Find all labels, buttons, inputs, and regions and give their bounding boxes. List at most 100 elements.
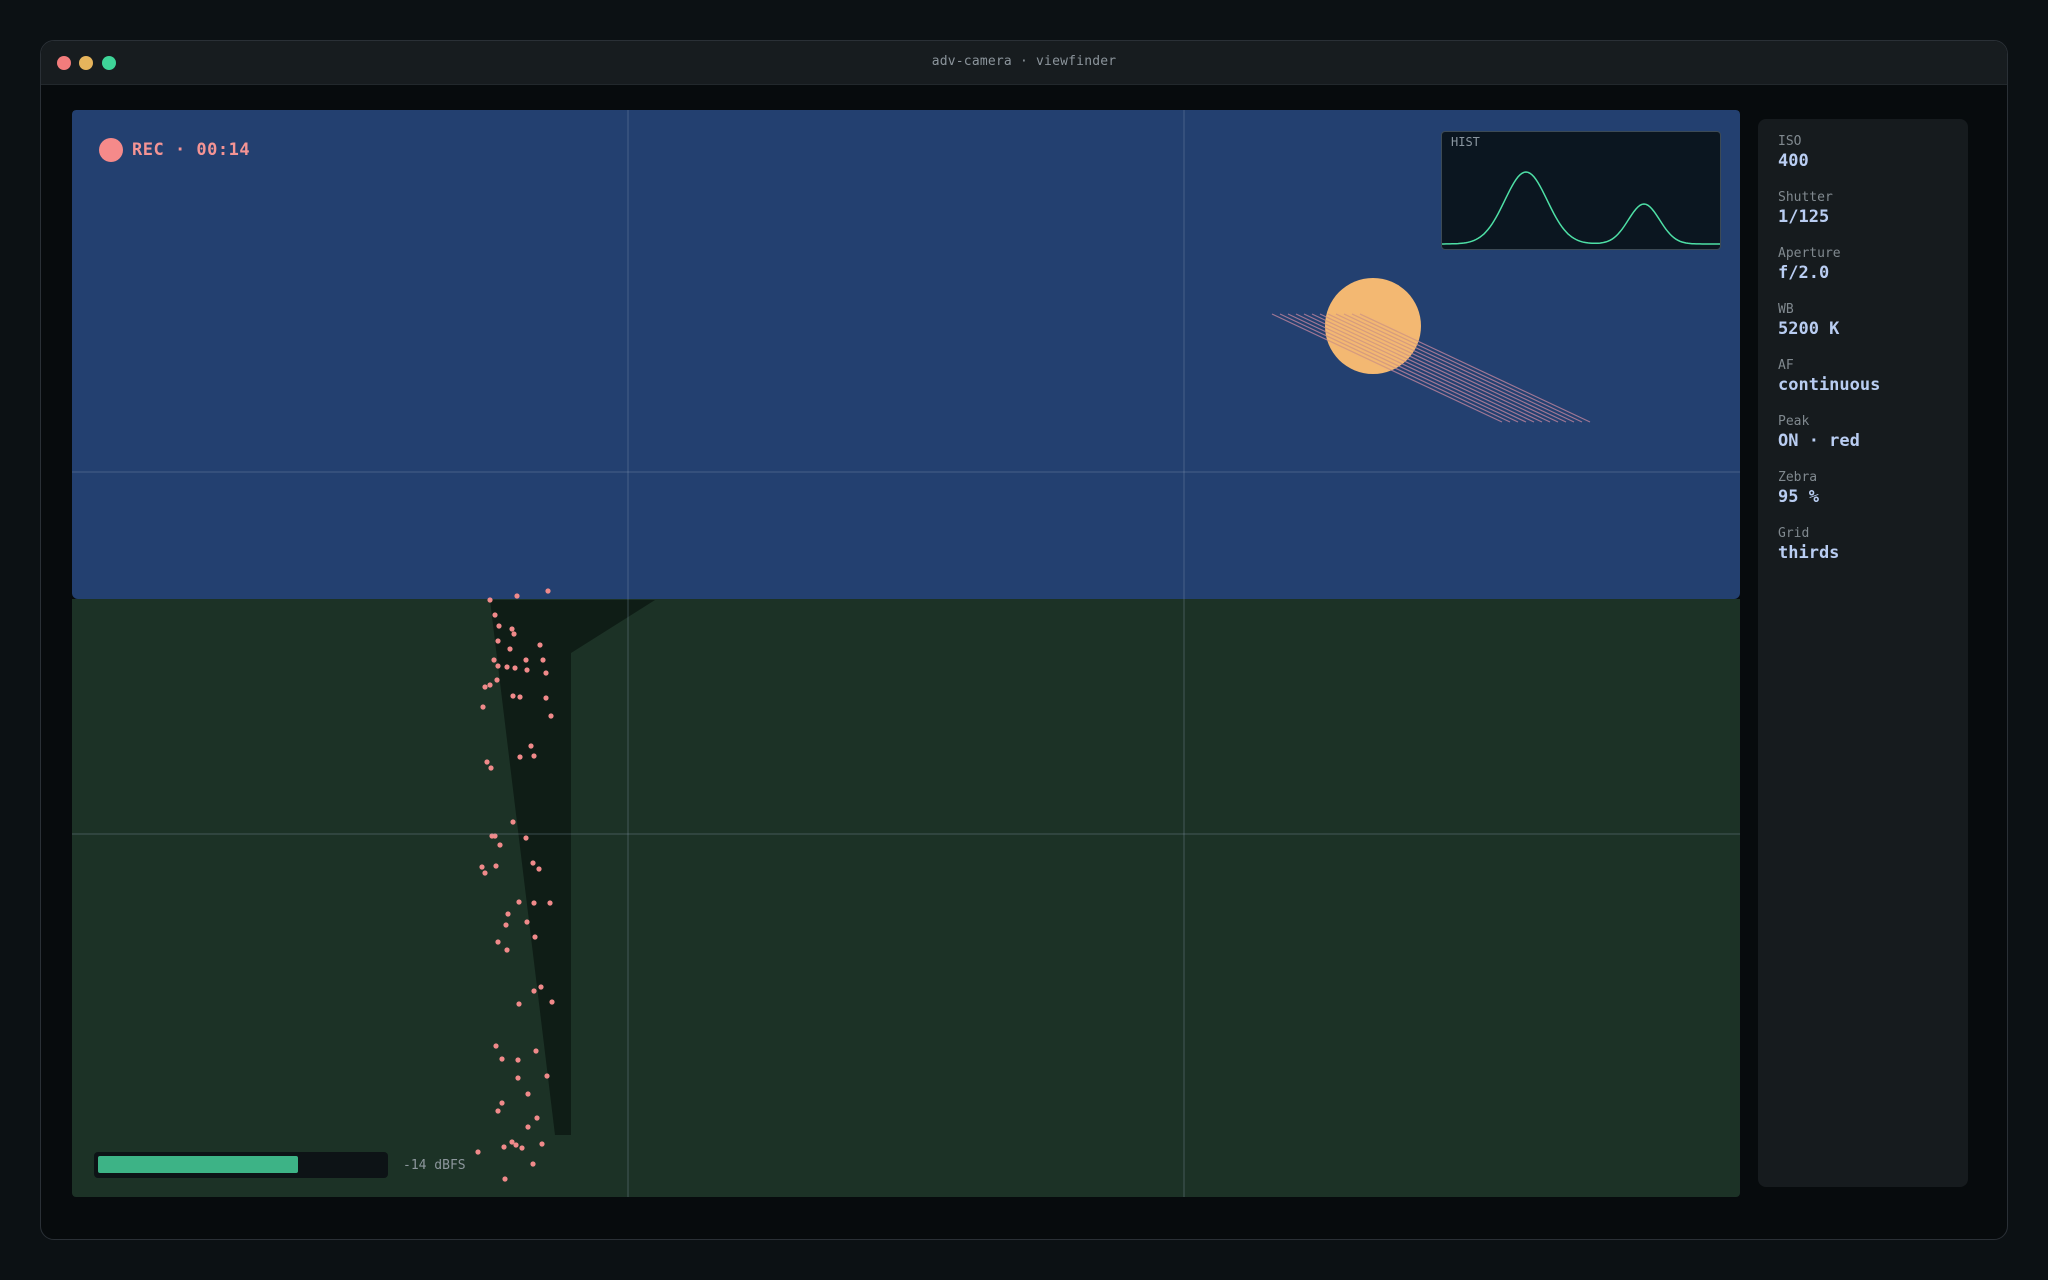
peaking-dot (499, 1100, 505, 1106)
thirds-grid (72, 110, 1740, 1197)
peaking-dot (510, 693, 516, 699)
zebra-stripes (1271, 313, 1591, 423)
setting-af[interactable]: AF continuous (1778, 357, 1880, 396)
title-bar: adv-camera · viewfinder (41, 41, 2007, 85)
recording-indicator: REC · 00:14 (99, 137, 250, 163)
peaking-dot (523, 835, 529, 841)
scene-overlay (72, 110, 1740, 1197)
viewfinder[interactable]: REC · 00:14 HIST -14 dBFS (72, 110, 1740, 1197)
peaking-dot (484, 759, 490, 765)
peaking-dot (525, 1124, 531, 1130)
peaking-dot (509, 626, 515, 632)
peaking-dot (525, 1091, 531, 1097)
setting-grid[interactable]: Grid thirds (1778, 525, 1839, 564)
peaking-dot (507, 646, 513, 652)
peaking-dot (512, 665, 518, 671)
setting-value: 95 % (1778, 487, 1819, 507)
peaking-dot (499, 1056, 505, 1062)
peaking-dot (524, 667, 530, 673)
peaking-dot (516, 1001, 522, 1007)
peaking-dot (495, 1108, 501, 1114)
setting-label: Aperture (1778, 246, 1841, 261)
peaking-dot (491, 657, 497, 663)
peaking-dot (531, 900, 537, 906)
setting-label: WB (1778, 302, 1794, 317)
peaking-dot (543, 695, 549, 701)
peaking-dot (495, 939, 501, 945)
audio-level-label: -14 dBFS (403, 1157, 466, 1173)
record-dot-icon (99, 138, 123, 162)
zebra-overlay-sun (1325, 313, 1421, 374)
setting-label: ISO (1778, 134, 1802, 149)
camera-window: adv-camera · viewfinder REC · 00:14 HIST… (40, 40, 2008, 1240)
peaking-dot (530, 860, 536, 866)
setting-peak[interactable]: Peak ON · red (1778, 413, 1860, 452)
peaking-dot (511, 631, 517, 637)
peaking-dot (497, 842, 503, 848)
peaking-dot (494, 677, 500, 683)
peaking-dot (523, 657, 529, 663)
setting-shutter[interactable]: Shutter 1/125 (1778, 189, 1833, 228)
histogram-curve (1442, 171, 1720, 245)
setting-value: thirds (1778, 543, 1840, 563)
peaking-dot (538, 984, 544, 990)
peaking-dot (496, 623, 502, 629)
setting-aperture[interactable]: Aperture f/2.0 (1778, 245, 1841, 284)
peaking-dot (515, 1057, 521, 1063)
audio-meter: -14 dBFS (94, 1152, 466, 1178)
peaking-dot (479, 864, 485, 870)
peaking-dot (493, 1043, 499, 1049)
histogram-panel: HIST (1441, 131, 1721, 250)
peaking-dot (495, 663, 501, 669)
peaking-dot (517, 694, 523, 700)
peaking-dot (534, 1115, 540, 1121)
peaking-dot (517, 754, 523, 760)
peaking-dot (548, 713, 554, 719)
peaking-dot (540, 657, 546, 663)
window-title: adv-camera · viewfinder (931, 54, 1117, 69)
peaking-dot (545, 588, 551, 594)
peaking-dot (543, 670, 549, 676)
setting-iso[interactable]: ISO 400 (1778, 133, 1809, 172)
audio-level-fill (98, 1156, 298, 1173)
peaking-dot (549, 999, 555, 1005)
peaking-dot (487, 682, 493, 688)
peaking-dot (501, 1144, 507, 1150)
peaking-dot (482, 870, 488, 876)
peaking-dot (516, 899, 522, 905)
setting-value: ON · red (1778, 431, 1860, 451)
sun (1325, 278, 1421, 374)
recording-label: REC · 00:14 (132, 140, 251, 160)
peaking-dot (547, 900, 553, 906)
settings-panel: ISO 400 Shutter 1/125 Aperture f/2.0 WB … (1758, 119, 1968, 1187)
peaking-dot (531, 988, 537, 994)
setting-value: 1/125 (1778, 207, 1830, 227)
peaking-dot (492, 612, 498, 618)
peaking-dot (510, 819, 516, 825)
peaking-dot (509, 1139, 515, 1145)
peaking-dot (533, 1048, 539, 1054)
setting-label: Grid (1778, 526, 1810, 541)
peaking-dot (502, 1176, 508, 1182)
setting-value: continuous (1778, 375, 1881, 395)
peaking-dot (537, 642, 543, 648)
setting-wb[interactable]: WB 5200 K (1778, 301, 1839, 340)
peaking-dot (519, 1145, 525, 1151)
setting-label: Zebra (1778, 470, 1818, 485)
peaking-dot (493, 863, 499, 869)
peaking-dot (536, 866, 542, 872)
peaking-dot (505, 911, 511, 917)
peaking-dot (487, 597, 493, 603)
histogram-graph (1442, 171, 1720, 245)
tree-silhouette (490, 600, 655, 1135)
peaking-dot (515, 1075, 521, 1081)
peaking-dot (488, 765, 494, 771)
setting-zebra[interactable]: Zebra 95 % (1778, 469, 1819, 508)
peaking-dot (528, 743, 534, 749)
peaking-dot (530, 1161, 536, 1167)
peaking-dot (504, 947, 510, 953)
peaking-dot (514, 593, 520, 599)
setting-value: f/2.0 (1778, 263, 1830, 283)
audio-level-bar (94, 1152, 388, 1178)
peaking-dot (480, 704, 486, 710)
